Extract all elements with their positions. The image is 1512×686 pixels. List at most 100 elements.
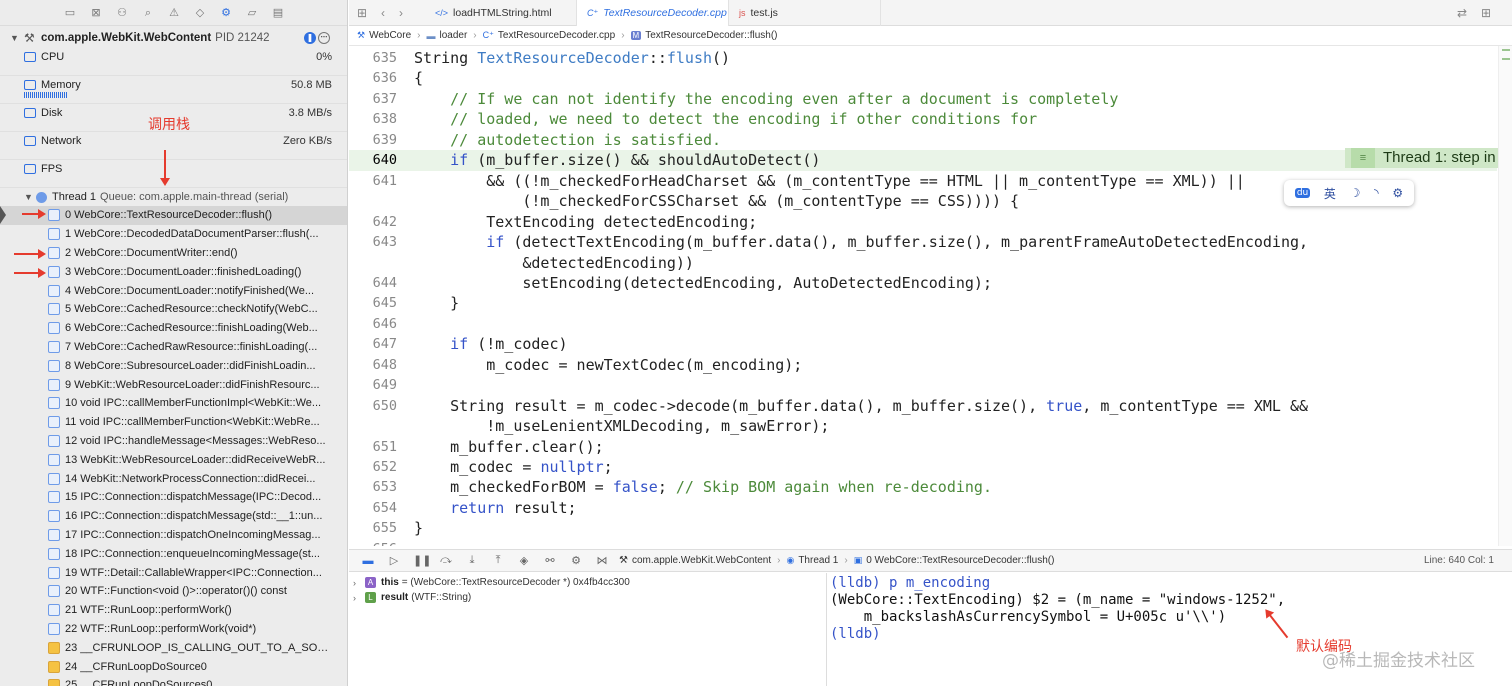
- code-line[interactable]: 654 return result;: [349, 498, 1497, 519]
- stack-frame[interactable]: 19 WTF::Detail::CallableWrapper<IPC::Con…: [0, 563, 347, 582]
- gauge-fps[interactable]: FPS: [0, 160, 347, 188]
- code-line[interactable]: 652 m_codec = nullptr;: [349, 457, 1497, 478]
- source-control-icon[interactable]: ⊠: [89, 6, 103, 20]
- line-number[interactable]: 646: [349, 314, 397, 335]
- environment-icon[interactable]: ⚙: [569, 554, 583, 567]
- simulate-location-icon[interactable]: ⋈: [595, 554, 609, 567]
- drag-handle-icon[interactable]: ≡: [1351, 148, 1375, 168]
- code-line[interactable]: 644 setEncoding(detectedEncoding, AutoDe…: [349, 273, 1497, 294]
- code-line[interactable]: 650 String result = m_codec->decode(m_bu…: [349, 396, 1497, 417]
- stack-frame[interactable]: 13 WebKit::WebResourceLoader::didReceive…: [0, 450, 347, 469]
- stack-frame[interactable]: 22 WTF::RunLoop::performWork(void*): [0, 620, 347, 639]
- code-line[interactable]: 646: [349, 314, 1497, 335]
- memory-graph-icon[interactable]: ⚯: [543, 554, 557, 567]
- forward-icon[interactable]: ›: [399, 6, 403, 20]
- issue-icon[interactable]: ⚠: [167, 6, 181, 20]
- line-number[interactable]: 647: [349, 334, 397, 355]
- line-number[interactable]: 637: [349, 89, 397, 110]
- tab-textresourcedecoder[interactable]: C⁺ TextResourceDecoder.cpp: [577, 0, 729, 26]
- ime-logo-icon[interactable]: du: [1294, 188, 1311, 198]
- code-line[interactable]: !m_useLenientXMLDecoding, m_sawError);: [349, 416, 1497, 437]
- stack-frame[interactable]: 16 IPC::Connection::dispatchMessage(std:…: [0, 507, 347, 526]
- tab-loadhtmlstring[interactable]: </> loadHTMLString.html: [425, 0, 577, 26]
- jumpbar-item[interactable]: WebCore: [369, 30, 411, 41]
- code-line[interactable]: 636 {: [349, 68, 1497, 89]
- stack-frame[interactable]: 10 void IPC::callMemberFunctionImpl<WebK…: [0, 394, 347, 413]
- code-line[interactable]: 655}: [349, 518, 1497, 539]
- code-line[interactable]: 647 if (!m_codec): [349, 334, 1497, 355]
- disclosure-icon[interactable]: ▼: [24, 192, 33, 202]
- pause-icon[interactable]: ❚❚: [413, 554, 431, 567]
- line-number[interactable]: 648: [349, 355, 397, 376]
- stack-frame[interactable]: 4 WebCore::DocumentLoader::notifyFinishe…: [0, 281, 347, 300]
- add-editor-icon[interactable]: ⊞: [1481, 6, 1491, 20]
- line-number[interactable]: 654: [349, 498, 397, 519]
- stack-frame[interactable]: 24 __CFRunLoopDoSource0: [0, 657, 347, 676]
- editor-scrollbar[interactable]: [1498, 46, 1512, 546]
- stack-frame[interactable]: 18 IPC::Connection::enqueueIncomingMessa…: [0, 544, 347, 563]
- step-into-icon[interactable]: ⤓: [465, 554, 479, 567]
- variable-row[interactable]: › L result (WTF::String): [353, 590, 471, 605]
- line-number[interactable]: 645: [349, 293, 397, 314]
- code-editor[interactable]: 635 String TextResourceDecoder::flush() 63…: [349, 46, 1497, 546]
- code-line[interactable]: 643 if (detectTextEncoding(m_buffer.data…: [349, 232, 1497, 253]
- step-out-icon[interactable]: ⤒: [491, 554, 505, 567]
- line-number[interactable]: 650: [349, 396, 397, 417]
- code-line[interactable]: 638 // loaded, we need to detect the enc…: [349, 109, 1497, 130]
- stack-frame[interactable]: 2 WebCore::DocumentWriter::end(): [0, 244, 347, 263]
- stack-frame[interactable]: 0 WebCore::TextResourceDecoder::flush(): [0, 206, 347, 225]
- line-number[interactable]: 652: [349, 457, 397, 478]
- jumpbar-item[interactable]: loader: [439, 30, 467, 41]
- line-number[interactable]: 651: [349, 437, 397, 458]
- stack-frame[interactable]: 25 __CFRunLoopDoSources0: [0, 676, 347, 686]
- find-icon[interactable]: ⌕: [141, 6, 155, 20]
- toggle-console-icon[interactable]: ▬: [361, 555, 375, 567]
- report-icon[interactable]: ▤: [271, 6, 285, 20]
- process-row[interactable]: ▼ ⚒ com.apple.WebKit.WebContent PID 21242…: [0, 29, 347, 47]
- folder-icon[interactable]: ▭: [63, 6, 77, 20]
- line-number[interactable]: 635: [349, 48, 397, 69]
- stack-frame[interactable]: 12 void IPC::handleMessage<Messages::Web…: [0, 432, 347, 451]
- line-number[interactable]: 649: [349, 375, 397, 396]
- chevron-right-icon[interactable]: ›: [353, 593, 365, 603]
- line-number[interactable]: 653: [349, 477, 397, 498]
- stack-frame[interactable]: 11 void IPC::callMemberFunction<WebKit::…: [0, 413, 347, 432]
- line-number[interactable]: 640: [349, 150, 397, 171]
- step-over-icon[interactable]: ⤼: [439, 554, 453, 567]
- back-icon[interactable]: ‹: [381, 6, 385, 20]
- jumpbar-item[interactable]: TextResourceDecoder::flush(): [645, 30, 777, 41]
- line-number[interactable]: 642: [349, 212, 397, 233]
- ime-toolbar[interactable]: du 英 ☽ ◝ ⚙: [1284, 180, 1414, 206]
- disclosure-icon[interactable]: ▼: [10, 33, 19, 43]
- code-line[interactable]: 642 TextEncoding detectedEncoding;: [349, 212, 1497, 233]
- code-line[interactable]: 651 m_buffer.clear();: [349, 437, 1497, 458]
- stack-frame[interactable]: 1 WebCore::DecodedDataDocumentParser::fl…: [0, 225, 347, 244]
- line-number[interactable]: 644: [349, 273, 397, 294]
- stack-frame[interactable]: 21 WTF::RunLoop::performWork(): [0, 601, 347, 620]
- settings-gear-icon[interactable]: ⚙: [1392, 186, 1403, 200]
- jumpbar-item[interactable]: TextResourceDecoder.cpp: [498, 30, 615, 41]
- thread-row[interactable]: ▼ Thread 1 Queue: com.apple.main-thread (…: [0, 188, 347, 206]
- pause-badge-icon[interactable]: ❚: [304, 32, 316, 44]
- chevron-right-icon[interactable]: ›: [353, 578, 365, 588]
- symbol-icon[interactable]: ⚇: [115, 6, 129, 20]
- code-line[interactable]: 648 m_codec = newTextCodec(m_encoding);: [349, 355, 1497, 376]
- gauge-network[interactable]: Network Zero KB/s: [0, 132, 347, 160]
- code-line[interactable]: 653 m_checkedForBOM = false; // Skip BOM…: [349, 477, 1497, 498]
- code-line[interactable]: 645 }: [349, 293, 1497, 314]
- debug-process[interactable]: com.apple.WebKit.WebContent: [632, 555, 771, 566]
- tab-testjs[interactable]: js test.js: [729, 0, 881, 26]
- grid-icon[interactable]: ⊞: [357, 6, 367, 20]
- view-hierarchy-icon[interactable]: ◈: [517, 554, 531, 567]
- code-line[interactable]: 639 // autodetection is satisfied.: [349, 130, 1497, 151]
- options-badge-icon[interactable]: ⋯: [318, 32, 330, 44]
- debug-frame[interactable]: 0 WebCore::TextResourceDecoder::flush(): [866, 555, 1054, 566]
- breakpoint-icon[interactable]: ▱: [245, 6, 259, 20]
- debug-icon[interactable]: ⚙: [219, 6, 233, 20]
- moon-icon[interactable]: ☽: [1350, 186, 1361, 200]
- related-items-icon[interactable]: ⇄: [1457, 6, 1467, 20]
- code-line[interactable]: &detectedEncoding)): [349, 253, 1497, 274]
- line-number[interactable]: 638: [349, 109, 397, 130]
- test-icon[interactable]: ◇: [193, 6, 207, 20]
- stack-frame[interactable]: 17 IPC::Connection::dispatchOneIncomingM…: [0, 526, 347, 545]
